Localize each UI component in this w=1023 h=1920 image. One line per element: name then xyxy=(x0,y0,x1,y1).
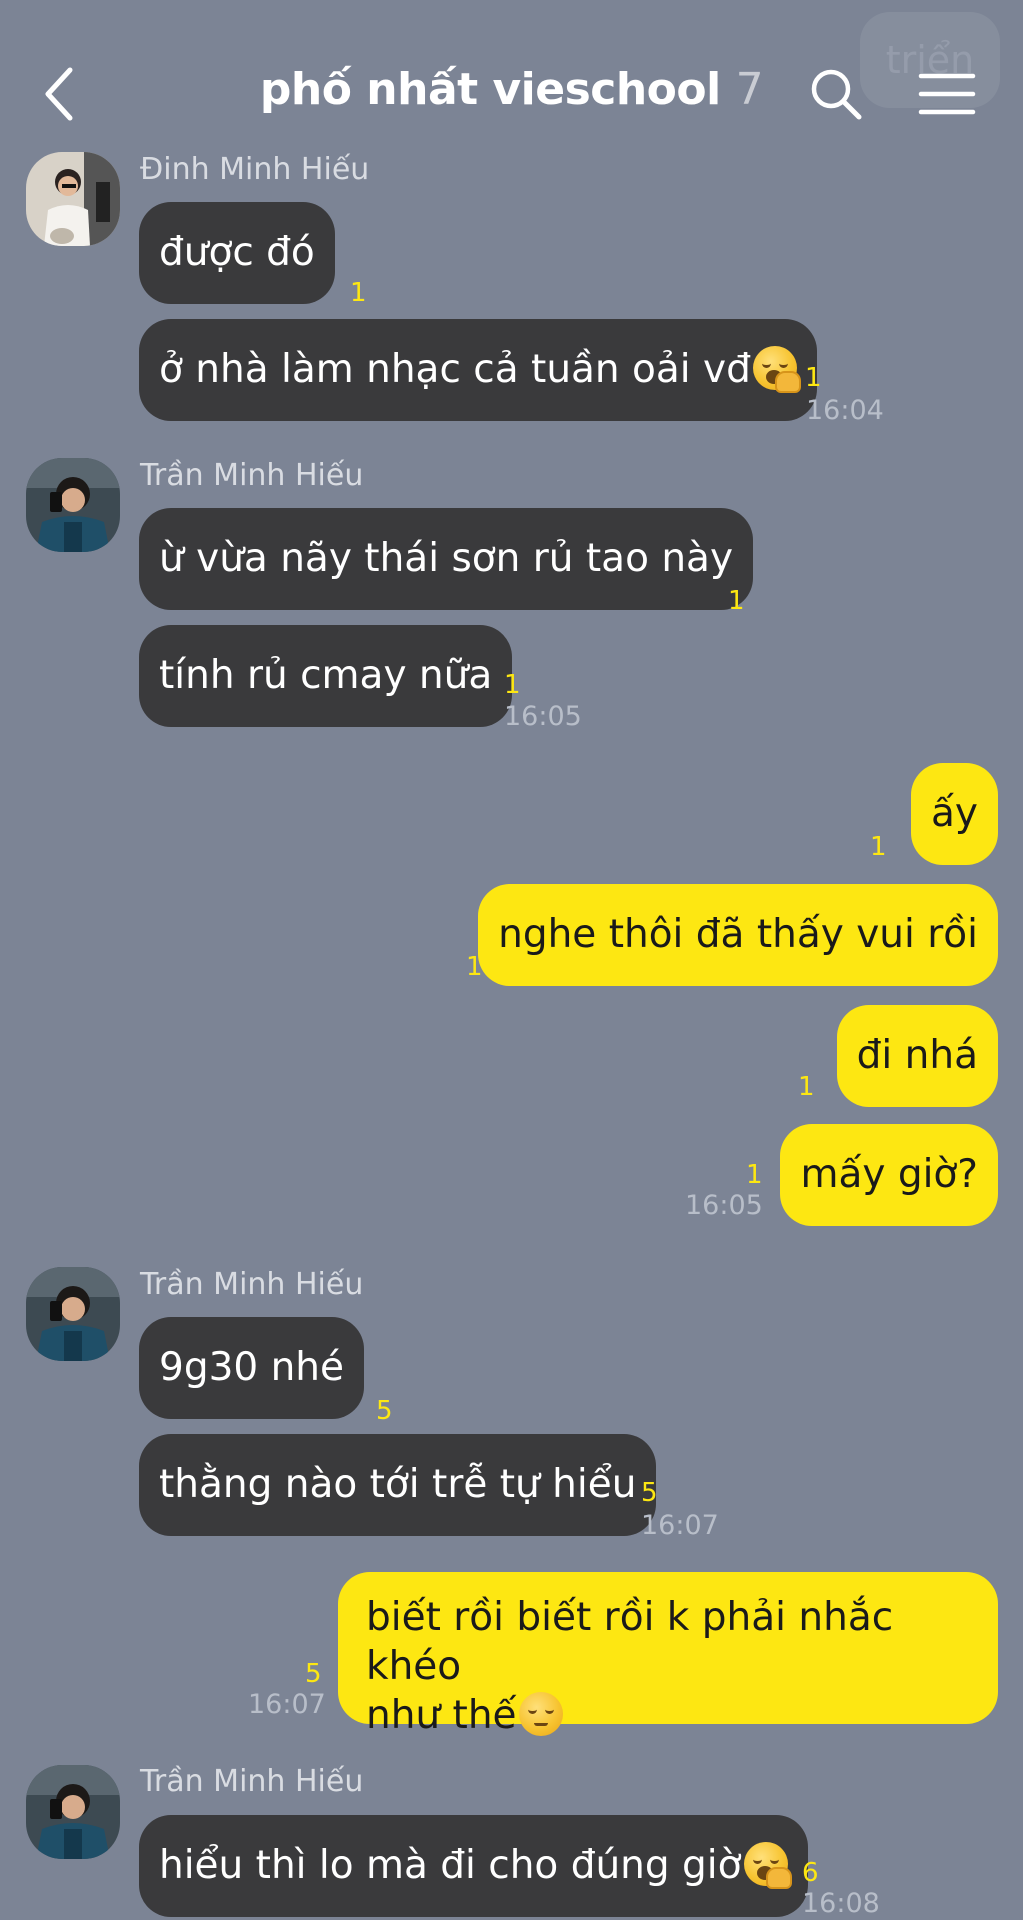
yawning-face-icon xyxy=(752,346,801,393)
unread-count: 5 xyxy=(641,1478,658,1508)
unamused-face-icon xyxy=(518,1691,563,1736)
message-time: 16:07 xyxy=(641,1510,719,1541)
outgoing-message-bubble[interactable]: mấy giờ? xyxy=(780,1124,998,1226)
message-text-line-2: như thế xyxy=(366,1692,517,1738)
message-text: mấy giờ? xyxy=(800,1152,978,1197)
hamburger-menu-icon xyxy=(918,73,976,115)
outgoing-message-bubble[interactable]: nghe thôi đã thấy vui rồi xyxy=(478,884,998,986)
incoming-message-bubble[interactable]: thằng nào tới trễ tự hiểu xyxy=(139,1434,657,1536)
incoming-message-bubble[interactable]: ở nhà làm nhạc cả tuần oải vđ xyxy=(139,319,817,421)
unread-count: 1 xyxy=(728,586,745,616)
message-text: ấy xyxy=(931,791,978,836)
message-text: tính rủ cmay nữa xyxy=(159,653,493,698)
incoming-message-bubble[interactable]: 9g30 nhé xyxy=(139,1317,365,1419)
message-text: ở nhà làm nhạc cả tuần oải vđ xyxy=(159,347,751,392)
avatar-tran-minh-hieu[interactable] xyxy=(26,1765,120,1859)
outgoing-message-bubble[interactable]: đi nhá xyxy=(836,1005,998,1107)
avatar-dinh-minh-hieu[interactable] xyxy=(26,152,120,246)
unread-count: 1 xyxy=(798,1072,815,1102)
menu-button[interactable] xyxy=(918,70,976,118)
sender-name: Trần Minh Hiếu xyxy=(140,1764,364,1799)
chat-name: phố nhất vieschool xyxy=(259,64,721,115)
unread-count: 1 xyxy=(466,952,483,982)
avatar-photo-icon xyxy=(26,152,120,246)
unread-count: 5 xyxy=(376,1396,393,1426)
avatar-photo-icon xyxy=(26,1267,120,1361)
message-text: 9g30 nhé xyxy=(159,1345,345,1390)
avatar-tran-minh-hieu[interactable] xyxy=(26,1267,120,1361)
avatar-photo-icon xyxy=(26,458,120,552)
yawning-face-icon xyxy=(743,1842,792,1889)
member-count: 7 xyxy=(735,64,764,115)
sender-name: Trần Minh Hiếu xyxy=(140,458,364,493)
outgoing-message-bubble[interactable]: ấy xyxy=(911,763,998,865)
message-time: 16:04 xyxy=(806,395,884,426)
message-text: được đó xyxy=(159,230,315,275)
unread-count: 1 xyxy=(805,363,822,393)
message-time: 16:08 xyxy=(802,1888,880,1919)
message-text: ừ vừa nãy thái sơn rủ tao này xyxy=(159,536,734,581)
chat-title: phố nhất vieschool 7 xyxy=(0,64,1023,115)
incoming-message-bubble[interactable]: ừ vừa nãy thái sơn rủ tao này xyxy=(139,508,754,610)
outgoing-message-bubble[interactable]: biết rồi biết rồi k phải nhắc khéo như t… xyxy=(338,1572,998,1738)
avatar-photo-icon xyxy=(26,1765,120,1859)
unread-count: 1 xyxy=(870,832,887,862)
unread-count: 6 xyxy=(802,1858,819,1888)
message-time: 16:05 xyxy=(504,701,582,732)
message-time: 16:07 xyxy=(248,1689,326,1720)
message-text-line-1: biết rồi biết rồi k phải nhắc khéo xyxy=(366,1595,894,1689)
incoming-message-bubble[interactable]: được đó xyxy=(139,202,335,304)
sender-name: Trần Minh Hiếu xyxy=(140,1267,364,1302)
incoming-message-bubble[interactable]: hiểu thì lo mà đi cho đúng giờ xyxy=(139,1815,808,1917)
message-time: 16:05 xyxy=(685,1190,763,1221)
search-button[interactable] xyxy=(808,66,864,122)
message-text: hiểu thì lo mà đi cho đúng giờ xyxy=(159,1843,742,1888)
incoming-message-bubble[interactable]: tính rủ cmay nữa xyxy=(139,625,513,727)
unread-count: 1 xyxy=(746,1160,763,1190)
unread-count: 1 xyxy=(504,670,521,700)
message-text: nghe thôi đã thấy vui rồi xyxy=(498,912,978,957)
message-text: thằng nào tới trễ tự hiểu xyxy=(159,1462,637,1507)
avatar-tran-minh-hieu[interactable] xyxy=(26,458,120,552)
sender-name: Đinh Minh Hiếu xyxy=(140,152,370,187)
unread-count: 5 xyxy=(305,1659,322,1689)
unread-count: 1 xyxy=(350,278,367,308)
message-text: đi nhá xyxy=(856,1033,978,1078)
search-icon xyxy=(811,69,862,120)
